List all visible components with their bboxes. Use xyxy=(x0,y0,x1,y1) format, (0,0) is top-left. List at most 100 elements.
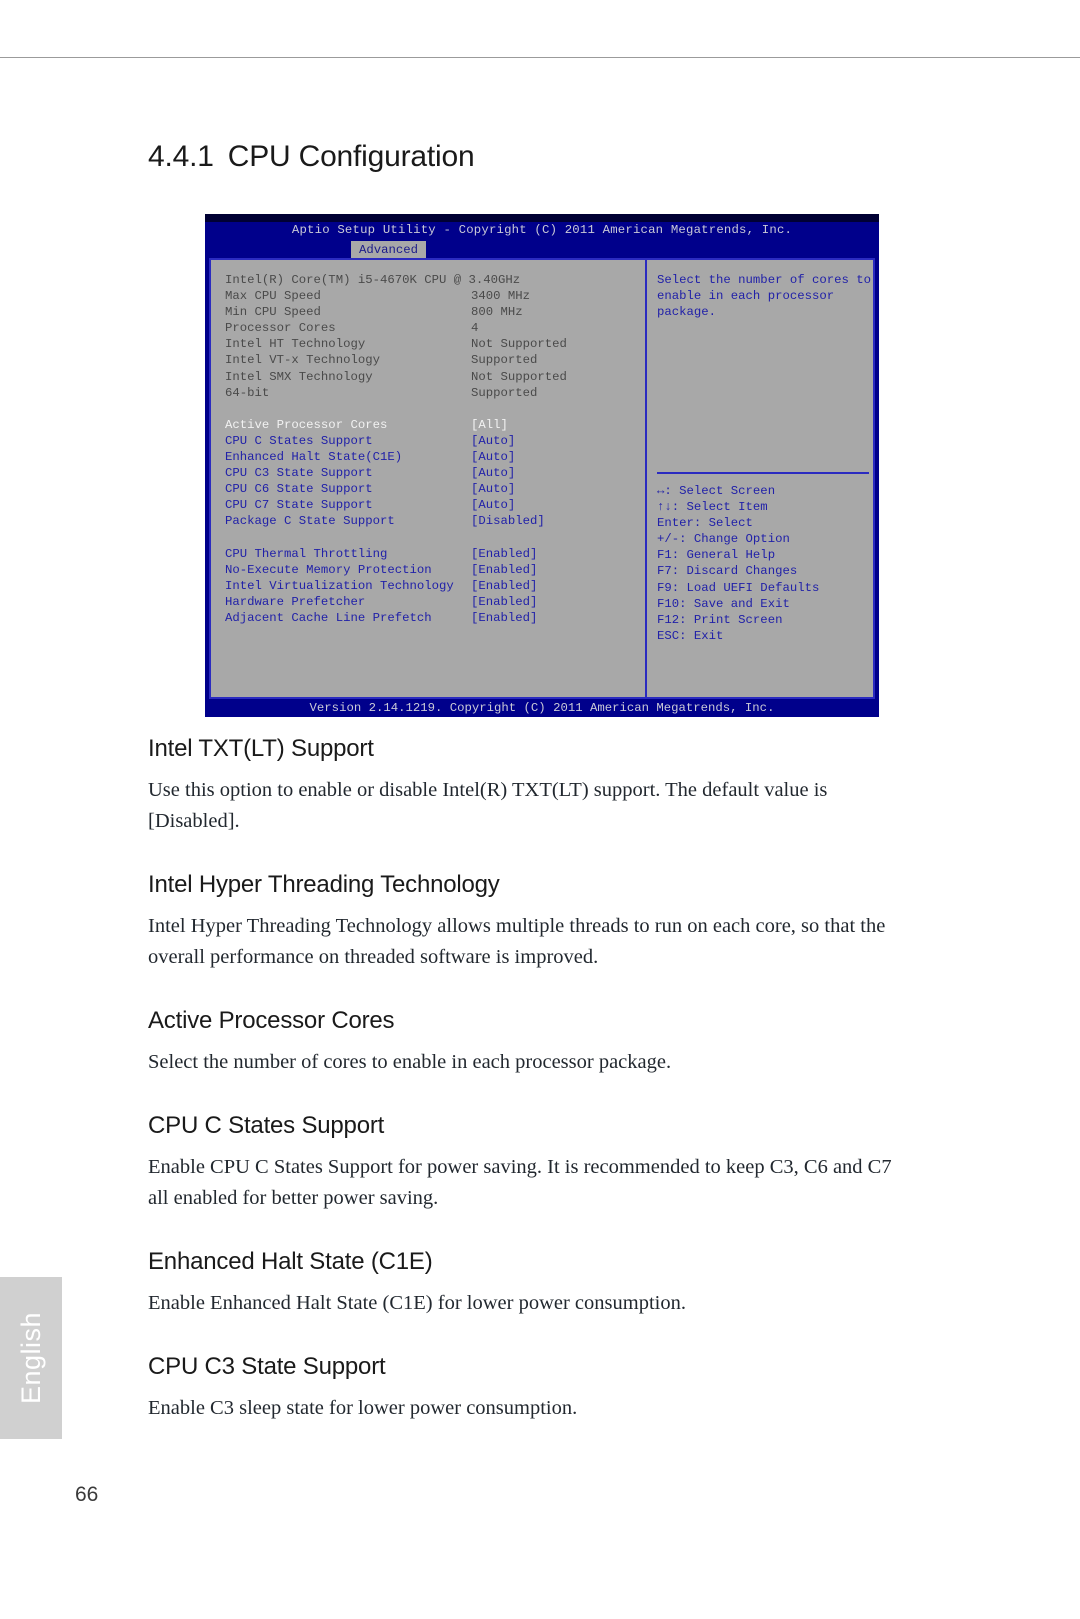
bios-row-value: [Auto] xyxy=(471,450,516,465)
section-number: 4.4.1 xyxy=(148,140,214,173)
bios-row-label: Active Processor Cores xyxy=(225,417,388,432)
bios-row[interactable]: CPU C6 State Support [Auto] xyxy=(225,481,645,497)
bios-row[interactable]: Active Processor Cores [All] xyxy=(225,417,645,433)
bios-row-label: Intel HT Technology xyxy=(225,337,366,352)
bios-row[interactable]: Adjacent Cache Line Prefetch [Enabled] xyxy=(225,610,645,626)
bios-row-label: Adjacent Cache Line Prefetch xyxy=(225,610,432,625)
article-body: Enable CPU C States Support for power sa… xyxy=(148,1156,892,1209)
bios-key-legend-item: Enter: Select xyxy=(657,516,753,531)
bios-row-value: [Enabled] xyxy=(471,594,538,609)
bios-key-legend-item: F12: Print Screen xyxy=(657,612,783,627)
bios-row-label: Intel SMX Technology xyxy=(225,369,373,384)
bios-row-label: Processor Cores xyxy=(225,321,336,336)
bios-row-value: 3400 MHz xyxy=(471,289,531,304)
bios-row-label: CPU Thermal Throttling xyxy=(225,546,388,561)
bios-key-legend-item: F1: General Help xyxy=(657,548,776,563)
bios-help-pane: Select the number of cores to enable in … xyxy=(647,260,873,697)
bios-spacer-2 xyxy=(225,530,645,546)
bios-row-value: [Enabled] xyxy=(471,562,538,577)
bios-row-label: Package C State Support xyxy=(225,514,395,529)
bios-row: Intel VT-x Technology Supported xyxy=(225,352,645,368)
page-title: 4.4.1 CPU Configuration xyxy=(148,140,896,174)
article-body: Enable Enhanced Halt State (C1E) for low… xyxy=(148,1292,686,1314)
bios-row-label: CPU C3 State Support xyxy=(225,466,373,481)
bios-row[interactable]: CPU C7 State Support [Auto] xyxy=(225,497,645,513)
bios-key-legend-item: ESC: Exit xyxy=(657,628,724,643)
bios-row-value: Not Supported xyxy=(471,369,567,384)
bios-row[interactable]: Package C State Support [Disabled] xyxy=(225,513,645,529)
article-heading: Intel TXT(LT) Support xyxy=(148,735,374,762)
article-heading: Enhanced Halt State (C1E) xyxy=(148,1248,433,1275)
bios-row-label: CPU C7 State Support xyxy=(225,498,373,513)
bios-row-value: [Disabled] xyxy=(471,514,545,529)
article-list: Intel TXT(LT) Support Use this option to … xyxy=(148,735,896,1424)
bios-panel: Intel(R) Core(TM) i5-4670K CPU @ 3.40GHz… xyxy=(209,258,875,699)
bios-footer: Version 2.14.1219. Copyright (C) 2011 Am… xyxy=(205,699,879,717)
section-title-text: CPU Configuration xyxy=(227,140,475,173)
bios-row-label: CPU C6 State Support xyxy=(225,482,373,497)
bios-row[interactable]: CPU Thermal Throttling [Enabled] xyxy=(225,546,645,562)
language-tab-label: English xyxy=(16,1311,46,1405)
bios-key-legend-item: +/-: Change Option xyxy=(657,532,790,547)
bios-row[interactable]: CPU C States Support [Auto] xyxy=(225,433,645,449)
bios-row-value: [Enabled] xyxy=(471,610,538,625)
bios-row: Intel HT Technology Not Supported xyxy=(225,336,645,352)
bios-key-legend-item: F10: Save and Exit xyxy=(657,596,790,611)
bios-spacer-1 xyxy=(225,401,645,417)
bios-row-label: Enhanced Halt State(C1E) xyxy=(225,450,403,465)
article-body: Intel Hyper Threading Technology allows … xyxy=(148,915,886,968)
article-heading: Active Processor Cores xyxy=(148,1007,395,1034)
bios-row-label: Intel Virtualization Technology xyxy=(225,578,454,593)
bios-row-value: Supported xyxy=(471,385,538,400)
bios-settings-group-1: Active Processor Cores [All] CPU C States … xyxy=(225,417,645,530)
bios-cpu-name: Intel(R) Core(TM) i5-4670K CPU @ 3.40GHz xyxy=(225,273,521,287)
bios-info-rows: Max CPU Speed 3400 MHz Min CPU Speed 800 MH… xyxy=(225,288,645,401)
page-content: 4.4.1 CPU Configuration xyxy=(148,140,896,174)
bios-screenshot: Aptio Setup Utility - Copyright (C) 2011… xyxy=(205,214,879,717)
language-tab[interactable]: English xyxy=(0,1277,62,1439)
bios-row-value: [Auto] xyxy=(471,482,516,497)
bios-row[interactable]: Intel Virtualization Technology [Enabled] xyxy=(225,578,645,594)
article-heading: Intel Hyper Threading Technology xyxy=(148,871,500,898)
bios-title: Aptio Setup Utility - Copyright (C) 2011… xyxy=(291,223,793,237)
bios-help-divider xyxy=(657,472,869,474)
article-body: Enable C3 sleep state for lower power co… xyxy=(148,1397,578,1419)
bios-row[interactable]: CPU C3 State Support [Auto] xyxy=(225,465,645,481)
bios-top-strip xyxy=(205,214,879,222)
bios-row[interactable]: Hardware Prefetcher [Enabled] xyxy=(225,594,645,610)
bios-settings-group-2: CPU Thermal Throttling [Enabled] No-Execut… xyxy=(225,546,645,626)
bios-row-value: [Auto] xyxy=(471,433,516,448)
bios-key-legend-item: ↑↓: Select Item xyxy=(657,500,768,515)
bios-row-label: CPU C States Support xyxy=(225,433,373,448)
bios-row-value: [Auto] xyxy=(471,498,516,513)
bios-row-value: [Enabled] xyxy=(471,546,538,561)
article-body: Select the number of cores to enable in … xyxy=(148,1051,672,1073)
bios-row-label: Intel VT-x Technology xyxy=(225,353,380,368)
article-heading: CPU C States Support xyxy=(148,1112,385,1139)
bios-row: Min CPU Speed 800 MHz xyxy=(225,304,645,320)
bios-row: Processor Cores 4 xyxy=(225,320,645,336)
bios-key-legend-item: F7: Discard Changes xyxy=(657,564,798,579)
article-heading: CPU C3 State Support xyxy=(148,1353,386,1380)
bios-row[interactable]: No-Execute Memory Protection [Enabled] xyxy=(225,562,645,578)
bios-row: Max CPU Speed 3400 MHz xyxy=(225,288,645,304)
bios-settings-pane: Intel(R) Core(TM) i5-4670K CPU @ 3.40GHz… xyxy=(211,260,647,697)
bios-key-legend-item: ↔: Select Screen xyxy=(657,484,776,498)
bios-row-value: 800 MHz xyxy=(471,305,523,320)
bios-row-value: [All] xyxy=(471,417,508,432)
article-body: Use this option to enable or disable Int… xyxy=(148,779,828,832)
bios-row[interactable]: Enhanced Halt State(C1E) [Auto] xyxy=(225,449,645,465)
bios-row-label: Hardware Prefetcher xyxy=(225,594,366,609)
bios-row-label: Max CPU Speed xyxy=(225,289,321,304)
bios-row-label: No-Execute Memory Protection xyxy=(225,562,432,577)
page-number: 66 xyxy=(75,1483,99,1506)
bios-key-legend: ↔: Select Screen ↑↓: Select Item Enter: Se… xyxy=(657,483,819,644)
bios-row-label: Min CPU Speed xyxy=(225,305,321,320)
bios-row-label: 64-bit xyxy=(225,385,270,400)
bios-row: Intel SMX Technology Not Supported xyxy=(225,369,645,385)
bios-cpu-name-row: Intel(R) Core(TM) i5-4670K CPU @ 3.40GHz xyxy=(225,272,645,288)
bios-row-value: [Enabled] xyxy=(471,578,538,593)
bios-row-value: 4 xyxy=(471,321,479,336)
bios-help-text: Select the number of cores to enable in … xyxy=(657,273,872,320)
bios-key-legend-item: F9: Load UEFI Defaults xyxy=(657,580,820,595)
